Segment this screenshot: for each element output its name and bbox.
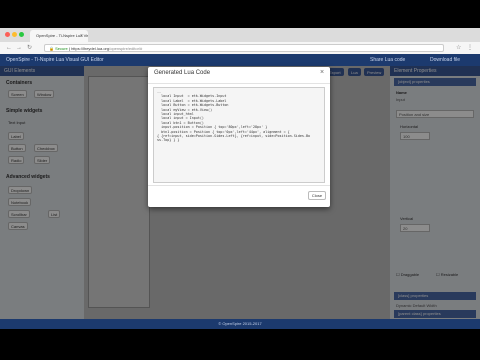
code-line: ss.Top} } } xyxy=(157,138,180,143)
lua-code-textarea[interactable]: -- local Input = etk.Widgets.Input local… xyxy=(153,87,325,183)
lock-icon: 🔒 xyxy=(49,46,54,51)
modal-title: Generated Lua Code xyxy=(154,70,211,76)
modal-divider xyxy=(148,83,330,84)
forward-icon[interactable]: → xyxy=(16,44,22,52)
lua-code-modal: Generated Lua Code × -- local Input = et… xyxy=(148,67,330,207)
url-host: https://lheydel.lua.org xyxy=(71,46,110,51)
share-link[interactable]: Share Lua code xyxy=(370,54,405,66)
minimize-window-icon[interactable] xyxy=(12,32,17,37)
close-icon[interactable]: × xyxy=(320,69,324,76)
code-line: { {ref=input, side=Position.Sides.Left},… xyxy=(157,134,311,139)
maximize-window-icon[interactable] xyxy=(19,32,24,37)
close-window-icon[interactable] xyxy=(5,32,10,37)
tab-close-icon[interactable]: × xyxy=(80,30,83,42)
app-footer: © OpenSpire 2015-2017 xyxy=(0,319,480,329)
reload-icon[interactable]: ↻ xyxy=(27,44,32,52)
app-header: OpenSpire - Ti-Nspire Lua Visual GUI Edi… xyxy=(0,54,480,66)
secure-label: Secure xyxy=(55,46,68,51)
tab-bar: OpenSpire - Ti-Nspire Lua Visual GUI Edi… xyxy=(0,28,480,42)
star-icon[interactable]: ☆ xyxy=(456,44,461,52)
address-input[interactable]: 🔒 Secure | https://lheydel.lua.org/opens… xyxy=(44,44,444,52)
download-link[interactable]: Download file xyxy=(430,54,460,66)
back-icon[interactable]: ← xyxy=(6,44,12,52)
modal-footer-divider xyxy=(148,185,330,186)
menu-icon[interactable]: ⋮ xyxy=(467,44,473,52)
url-path: /openspire/editor/# xyxy=(109,46,143,51)
close-button[interactable]: Close xyxy=(308,191,326,200)
app-title: OpenSpire - Ti-Nspire Lua Visual GUI Edi… xyxy=(6,57,104,63)
